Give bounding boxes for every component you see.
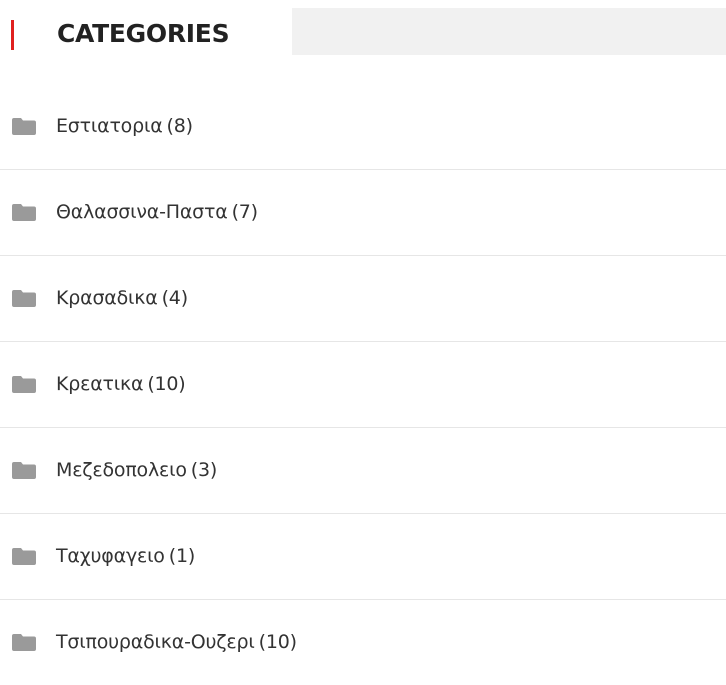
category-item[interactable]: Ταχυφαγειο (1) [0, 514, 726, 600]
categories-widget: CATEGORIES Εστιατορια (8) Θαλασσινα-Παστα… [0, 0, 726, 659]
folder-icon [12, 118, 36, 135]
folder-icon [12, 204, 36, 221]
category-label: Τσιπουραδικα-Ουζερι [56, 631, 255, 653]
widget-header: CATEGORIES [0, 8, 726, 56]
category-link[interactable]: Θαλασσινα-Παστα (7) [56, 199, 258, 225]
category-link[interactable]: Κρεατικα (10) [56, 371, 186, 397]
category-count: (3) [190, 459, 218, 481]
category-item[interactable]: Θαλασσινα-Παστα (7) [0, 170, 726, 256]
title-divider [292, 8, 726, 55]
category-label: Εστιατορια [56, 115, 163, 137]
category-link[interactable]: Κρασαδικα (4) [56, 285, 188, 311]
category-count: (7) [231, 201, 259, 223]
category-item[interactable]: Κρασαδικα (4) [0, 256, 726, 342]
title-accent-bar [11, 20, 14, 50]
category-item[interactable]: Τσιπουραδικα-Ουζερι (10) [0, 600, 726, 685]
category-label: Μεζεδοπολειο [56, 459, 187, 481]
category-count: (4) [161, 287, 189, 309]
category-count: (10) [258, 631, 297, 653]
category-link[interactable]: Μεζεδοπολειο (3) [56, 457, 217, 483]
category-link[interactable]: Τσιπουραδικα-Ουζερι (10) [56, 629, 297, 655]
category-count: (1) [168, 545, 196, 567]
category-list: Εστιατορια (8) Θαλασσινα-Παστα (7) Κρασαδι… [0, 84, 726, 685]
folder-icon [12, 548, 36, 565]
category-count: (8) [166, 115, 194, 137]
category-item[interactable]: Μεζεδοπολειο (3) [0, 428, 726, 514]
category-link[interactable]: Ταχυφαγειο (1) [56, 543, 195, 569]
widget-title: CATEGORIES [57, 19, 230, 48]
category-item[interactable]: Εστιατορια (8) [0, 84, 726, 170]
category-label: Κρασαδικα [56, 287, 158, 309]
folder-icon [12, 290, 36, 307]
category-label: Ταχυφαγειο [56, 545, 165, 567]
folder-icon [12, 634, 36, 651]
folder-icon [12, 462, 36, 479]
category-link[interactable]: Εστιατορια (8) [56, 113, 193, 139]
category-item[interactable]: Κρεατικα (10) [0, 342, 726, 428]
category-label: Θαλασσινα-Παστα [56, 201, 228, 223]
category-label: Κρεατικα [56, 373, 144, 395]
category-count: (10) [147, 373, 186, 395]
folder-icon [12, 376, 36, 393]
